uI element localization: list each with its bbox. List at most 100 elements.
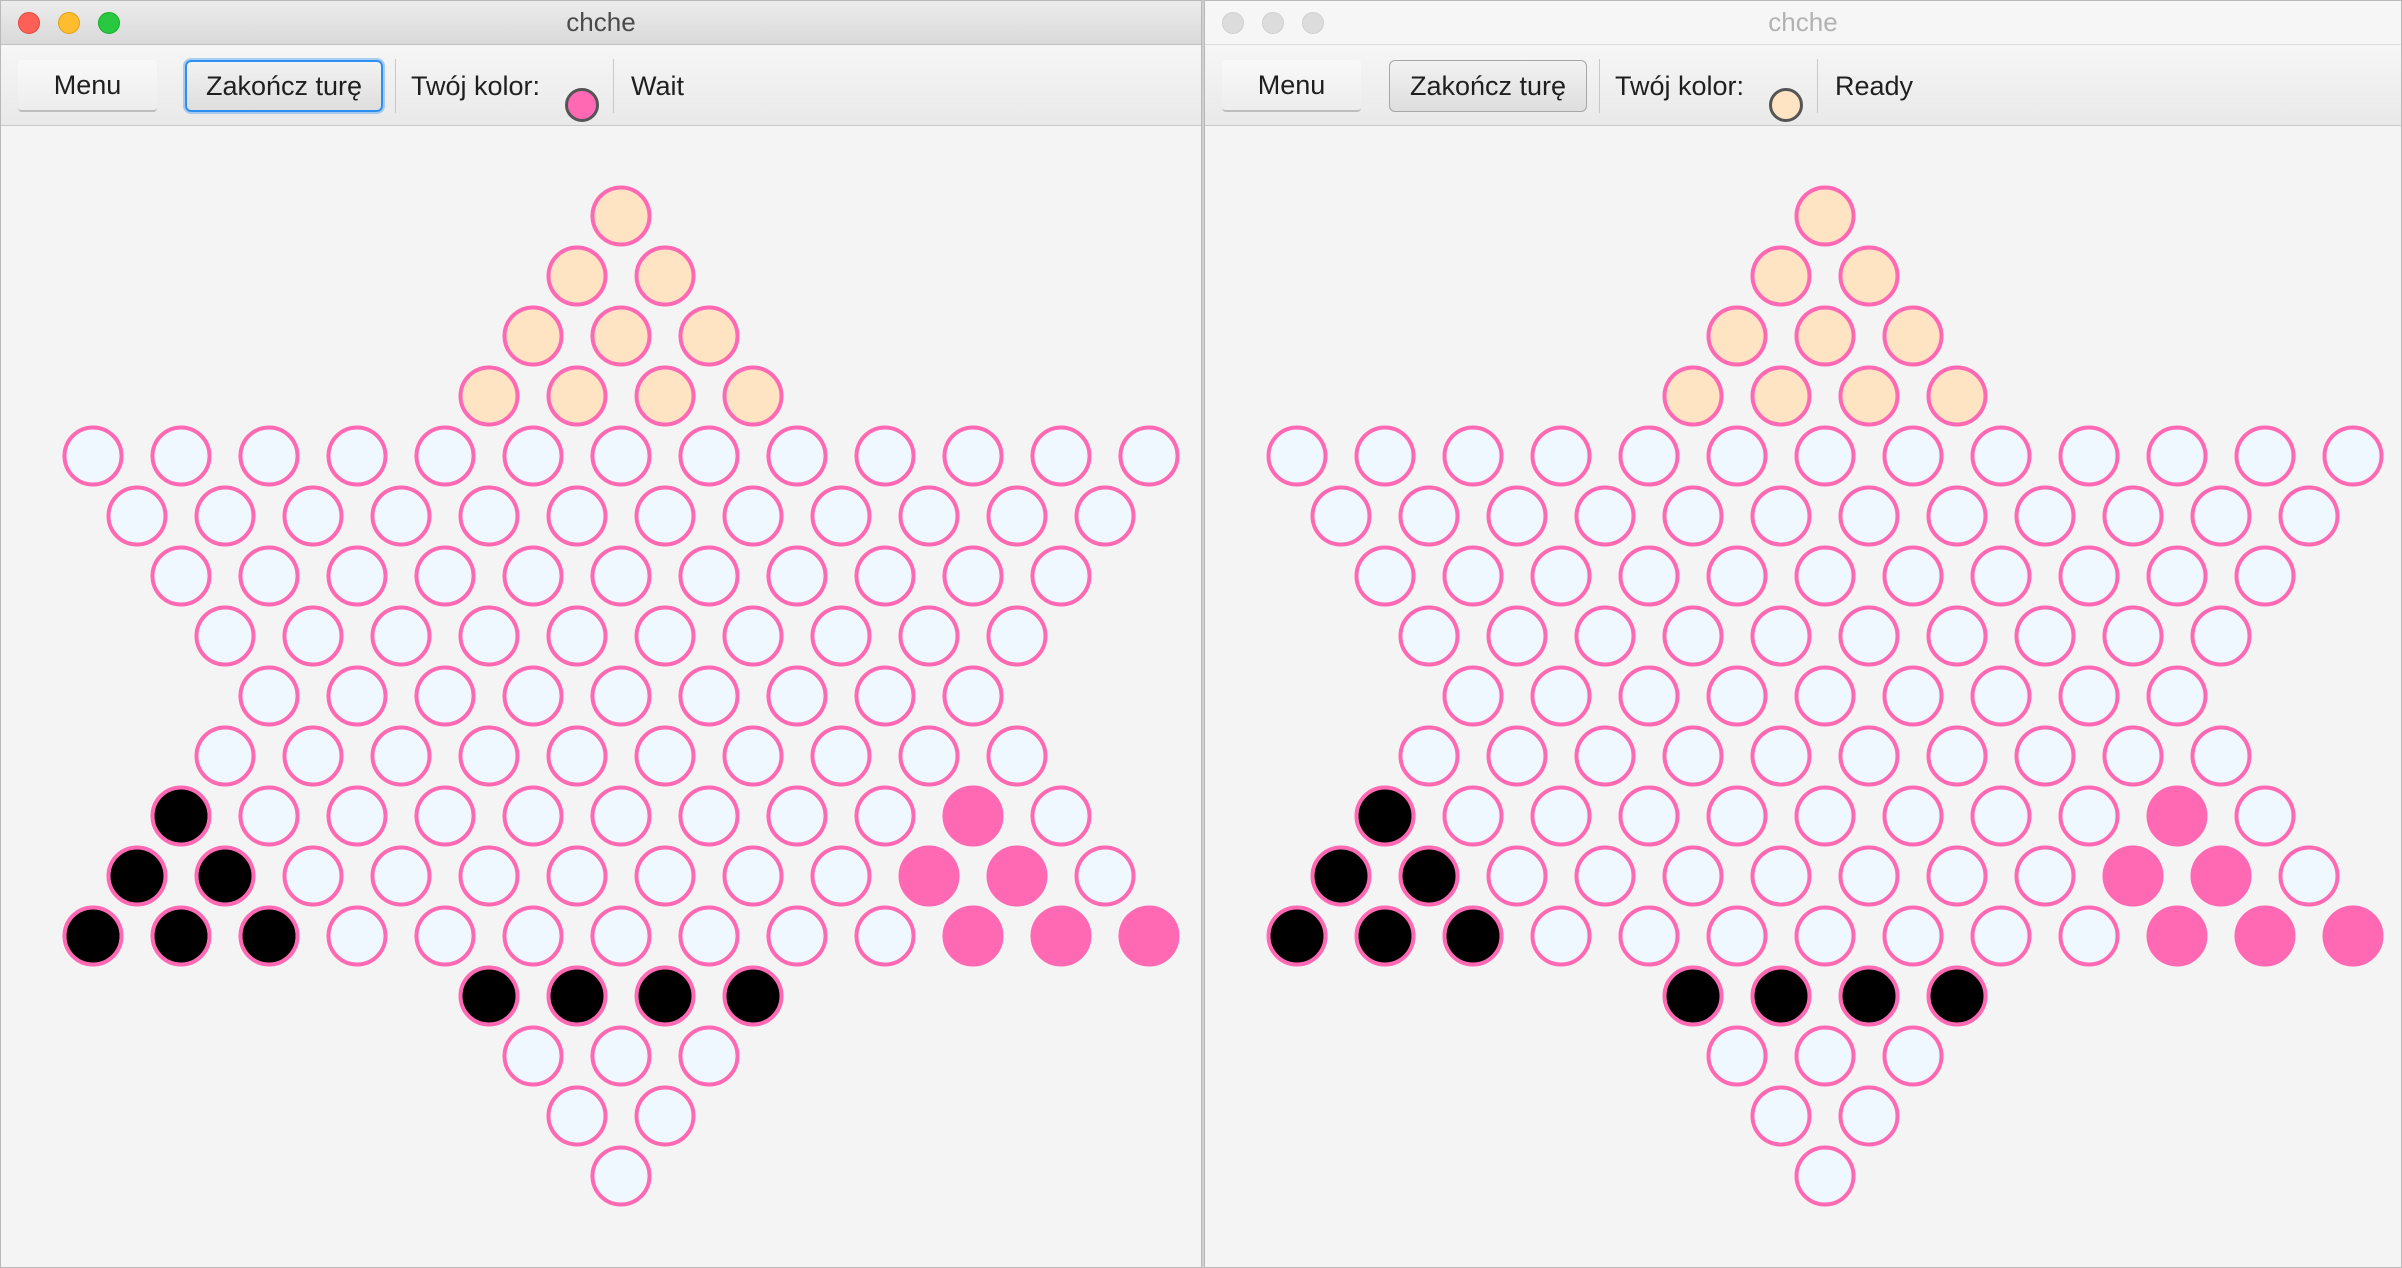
board-hole[interactable] bbox=[414, 785, 476, 847]
board-hole[interactable] bbox=[502, 425, 564, 487]
board-hole[interactable] bbox=[1838, 605, 1900, 667]
game-piece-bisque[interactable] bbox=[546, 365, 608, 427]
board-hole[interactable] bbox=[458, 485, 520, 547]
game-piece-pink[interactable] bbox=[898, 845, 960, 907]
board-hole[interactable] bbox=[1662, 485, 1724, 547]
board-hole[interactable] bbox=[1750, 485, 1812, 547]
board-hole[interactable] bbox=[854, 785, 916, 847]
game-piece-black[interactable] bbox=[1662, 965, 1724, 1027]
game-piece-bisque[interactable] bbox=[1750, 245, 1812, 307]
board-hole[interactable] bbox=[546, 605, 608, 667]
board-hole[interactable] bbox=[2058, 785, 2120, 847]
board-hole[interactable] bbox=[502, 1025, 564, 1087]
board-hole[interactable] bbox=[326, 425, 388, 487]
board-hole[interactable] bbox=[1970, 905, 2032, 967]
board-hole[interactable] bbox=[1794, 665, 1856, 727]
board-hole[interactable] bbox=[2014, 485, 2076, 547]
board-hole[interactable] bbox=[2146, 545, 2208, 607]
menu-button[interactable]: Menu bbox=[1222, 60, 1361, 112]
board-hole[interactable] bbox=[722, 725, 784, 787]
board-hole[interactable] bbox=[810, 485, 872, 547]
board-hole[interactable] bbox=[502, 665, 564, 727]
game-piece-pink[interactable] bbox=[2190, 845, 2252, 907]
board-hole[interactable] bbox=[1926, 845, 1988, 907]
game-piece-bisque[interactable] bbox=[590, 185, 652, 247]
board-hole[interactable] bbox=[634, 1085, 696, 1147]
board-hole[interactable] bbox=[1530, 785, 1592, 847]
board-hole[interactable] bbox=[1266, 425, 1328, 487]
board-hole[interactable] bbox=[1882, 425, 1944, 487]
board-hole[interactable] bbox=[590, 1025, 652, 1087]
board-hole[interactable] bbox=[1794, 1145, 1856, 1207]
board-hole[interactable] bbox=[1926, 605, 1988, 667]
board-hole[interactable] bbox=[986, 485, 1048, 547]
board-hole[interactable] bbox=[1794, 1025, 1856, 1087]
board-hole[interactable] bbox=[766, 665, 828, 727]
board-hole[interactable] bbox=[1662, 845, 1724, 907]
board-hole[interactable] bbox=[1618, 665, 1680, 727]
game-board[interactable] bbox=[1205, 126, 2401, 1268]
board-hole[interactable] bbox=[1074, 485, 1136, 547]
board-hole[interactable] bbox=[590, 425, 652, 487]
game-piece-black[interactable] bbox=[1354, 785, 1416, 847]
board-hole[interactable] bbox=[1398, 605, 1460, 667]
board-hole[interactable] bbox=[1486, 725, 1548, 787]
board-hole[interactable] bbox=[1838, 1085, 1900, 1147]
board-hole[interactable] bbox=[1750, 1085, 1812, 1147]
game-piece-bisque[interactable] bbox=[1750, 365, 1812, 427]
board-hole[interactable] bbox=[1574, 485, 1636, 547]
board-hole[interactable] bbox=[1750, 725, 1812, 787]
game-piece-bisque[interactable] bbox=[1662, 365, 1724, 427]
board-hole[interactable] bbox=[678, 425, 740, 487]
title-bar[interactable]: chche bbox=[1, 1, 1201, 45]
board-hole[interactable] bbox=[1706, 425, 1768, 487]
game-piece-black[interactable] bbox=[634, 965, 696, 1027]
board-hole[interactable] bbox=[766, 545, 828, 607]
board-hole[interactable] bbox=[414, 425, 476, 487]
board-hole[interactable] bbox=[634, 605, 696, 667]
board-hole[interactable] bbox=[2014, 725, 2076, 787]
game-piece-bisque[interactable] bbox=[634, 365, 696, 427]
board-hole[interactable] bbox=[1706, 545, 1768, 607]
board-hole[interactable] bbox=[1706, 1025, 1768, 1087]
game-piece-pink[interactable] bbox=[942, 785, 1004, 847]
title-bar[interactable]: chche bbox=[1205, 1, 2401, 45]
game-piece-bisque[interactable] bbox=[1706, 305, 1768, 367]
board-hole[interactable] bbox=[1354, 545, 1416, 607]
game-piece-bisque[interactable] bbox=[1926, 365, 1988, 427]
board-hole[interactable] bbox=[678, 785, 740, 847]
game-piece-pink[interactable] bbox=[942, 905, 1004, 967]
board-hole[interactable] bbox=[2058, 545, 2120, 607]
board-hole[interactable] bbox=[1310, 485, 1372, 547]
board-hole[interactable] bbox=[942, 425, 1004, 487]
board-hole[interactable] bbox=[854, 425, 916, 487]
game-piece-black[interactable] bbox=[1310, 845, 1372, 907]
board-hole[interactable] bbox=[810, 605, 872, 667]
game-piece-black[interactable] bbox=[106, 845, 168, 907]
board-hole[interactable] bbox=[194, 605, 256, 667]
board-hole[interactable] bbox=[1838, 485, 1900, 547]
game-piece-black[interactable] bbox=[1838, 965, 1900, 1027]
board-hole[interactable] bbox=[1442, 785, 1504, 847]
game-piece-bisque[interactable] bbox=[1838, 245, 1900, 307]
game-piece-black[interactable] bbox=[150, 905, 212, 967]
board-hole[interactable] bbox=[1794, 785, 1856, 847]
game-piece-bisque[interactable] bbox=[678, 305, 740, 367]
game-piece-bisque[interactable] bbox=[634, 245, 696, 307]
board-hole[interactable] bbox=[282, 725, 344, 787]
board-hole[interactable] bbox=[238, 785, 300, 847]
board-hole[interactable] bbox=[898, 605, 960, 667]
board-hole[interactable] bbox=[1794, 545, 1856, 607]
board-hole[interactable] bbox=[810, 845, 872, 907]
board-hole[interactable] bbox=[810, 725, 872, 787]
game-piece-bisque[interactable] bbox=[502, 305, 564, 367]
board-hole[interactable] bbox=[546, 725, 608, 787]
board-hole[interactable] bbox=[1706, 665, 1768, 727]
board-hole[interactable] bbox=[1970, 425, 2032, 487]
board-hole[interactable] bbox=[2014, 605, 2076, 667]
board-hole[interactable] bbox=[590, 1145, 652, 1207]
board-hole[interactable] bbox=[678, 905, 740, 967]
board-hole[interactable] bbox=[1662, 725, 1724, 787]
board-hole[interactable] bbox=[2234, 545, 2296, 607]
board-hole[interactable] bbox=[1706, 785, 1768, 847]
